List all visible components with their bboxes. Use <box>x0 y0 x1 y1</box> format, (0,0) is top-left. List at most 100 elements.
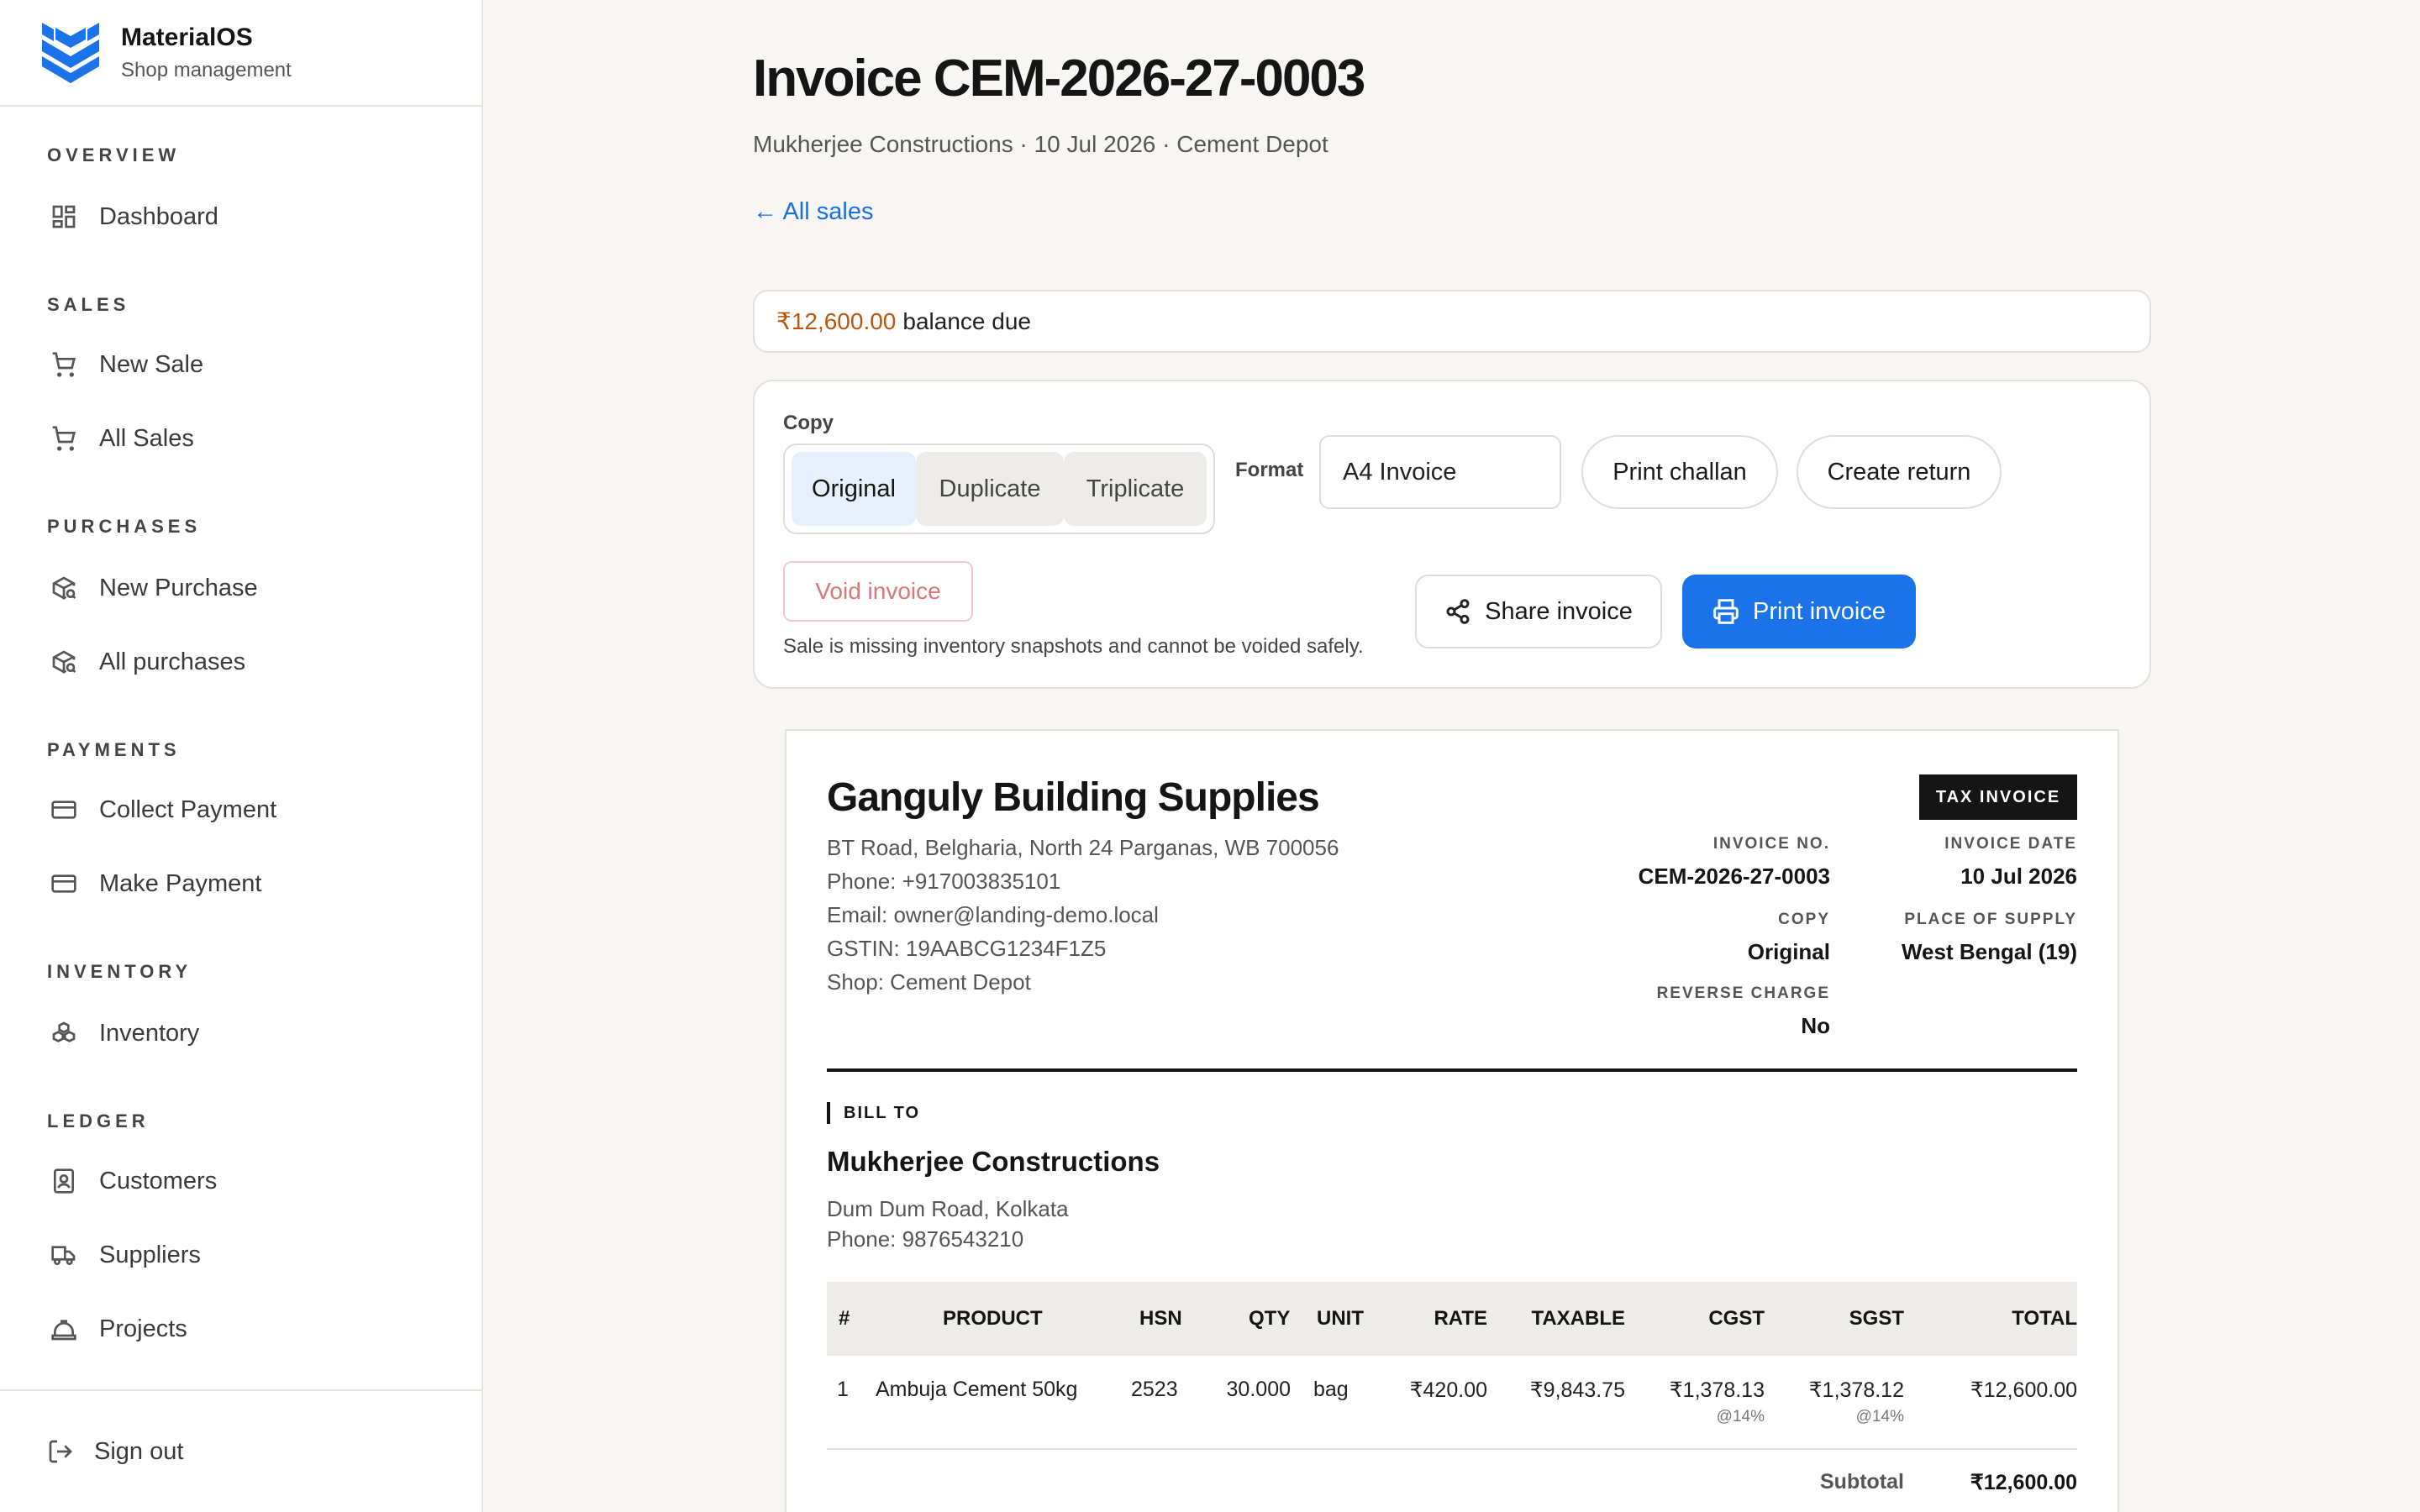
shop-email: Email: owner@landing-demo.local <box>827 902 1159 927</box>
header-divider <box>827 1068 2077 1072</box>
nav-section-purchases: PURCHASES <box>0 516 201 538</box>
shop-gstin: GSTIN: 19AABCG1234F1Z5 <box>827 936 1107 961</box>
sidebar-item-all-purchases[interactable]: All purchases <box>47 625 245 699</box>
share-invoice-button[interactable]: Share invoice <box>1415 575 1662 648</box>
nav-section-overview: OVERVIEW <box>0 144 180 166</box>
sidebar-item-all-sales[interactable]: All Sales <box>47 402 194 475</box>
sign-out-button[interactable]: Sign out <box>0 1389 481 1512</box>
sidebar-item-label: All Sales <box>99 424 194 452</box>
table-header: # PRODUCT HSN QTY UNIT RATE TAXABLE CGST… <box>827 1282 2077 1356</box>
bill-to-label: BILL TO <box>827 1102 920 1124</box>
print-invoice-button[interactable]: Print invoice <box>1682 575 1916 648</box>
sidebar-item-new-purchase[interactable]: New Purchase <box>47 551 258 625</box>
tax-invoice-badge: TAX INVOICE <box>1919 774 2077 820</box>
sidebar-item-label: Make Payment <box>99 869 262 897</box>
nav-heading: SALES <box>47 294 130 315</box>
balance-label: balance due <box>902 307 1031 334</box>
sidebar-item-collect-payment[interactable]: Collect Payment <box>47 773 276 847</box>
column-header: RATE <box>1434 1307 1487 1330</box>
contact-icon <box>54 1168 74 1194</box>
nav-heading: LEDGER <box>47 1110 150 1131</box>
sidebar-item-label: Inventory <box>99 1019 200 1047</box>
sidebar-item-new-sale[interactable]: New Sale <box>47 328 203 402</box>
sidebar-item-projects[interactable]: Projects <box>47 1292 187 1366</box>
row-sgst-rate: @14% <box>1855 1408 1904 1425</box>
copy-option-duplicate[interactable]: Duplicate <box>916 452 1064 526</box>
row-cgst-rate: @14% <box>1716 1408 1765 1425</box>
boxes-icon <box>52 1021 76 1042</box>
row-cgst: ₹1,378.13 <box>1669 1378 1765 1402</box>
row-qty: 30.000 <box>1226 1378 1291 1401</box>
sidebar-item-label: Collect Payment <box>99 795 277 823</box>
copy-meta-value: Original <box>1747 939 1830 964</box>
sidebar-item-label: Projects <box>99 1315 187 1342</box>
brand[interactable]: MaterialOS Shop management <box>0 0 481 107</box>
nav-heading: PURCHASES <box>47 516 202 537</box>
sidebar-item-label: Customers <box>99 1167 218 1194</box>
sidebar-item-label: New Sale <box>99 350 204 378</box>
invoice-actions-panel: Copy Original Duplicate Triplicate Forma… <box>753 380 2151 689</box>
table-row: 1 Ambuja Cement 50kg 2523 30.000 bag ₹42… <box>827 1356 2077 1450</box>
materialos-logo-icon <box>42 22 99 83</box>
sidebar-item-label: All purchases <box>99 648 246 675</box>
reverse-charge-label: REVERSE CHARGE <box>1656 984 1830 1002</box>
sidebar-item-customers[interactable]: Customers <box>47 1144 217 1218</box>
sidebar-item-label: Dashboard <box>99 202 218 230</box>
print-challan-button[interactable]: Print challan <box>1581 435 1778 509</box>
subtotal-value: ₹12,600.00 <box>1970 1471 2077 1494</box>
row-taxable: ₹9,843.75 <box>1529 1378 1625 1402</box>
nav-section-ledger: LEDGER <box>0 1110 150 1132</box>
place-of-supply-label: PLACE OF SUPPLY <box>1904 911 2077 928</box>
nav-heading: OVERVIEW <box>47 144 181 165</box>
print-invoice-label: Print invoice <box>1753 597 1886 625</box>
share-invoice-label: Share invoice <box>1485 597 1633 625</box>
sidebar-item-suppliers[interactable]: Suppliers <box>47 1218 201 1292</box>
column-header: TAXABLE <box>1531 1307 1625 1330</box>
row-sgst: ₹1,378.12 <box>1808 1378 1904 1402</box>
column-header: SGST <box>1849 1307 1904 1330</box>
truck-icon <box>51 1246 76 1265</box>
sidebar-item-make-payment[interactable]: Make Payment <box>47 847 261 921</box>
format-label: Format <box>1235 459 1304 481</box>
copy-label: Copy <box>783 412 834 434</box>
sidebar-item-label: New Purchase <box>99 574 258 601</box>
sidebar-item-dashboard[interactable]: Dashboard <box>47 180 218 254</box>
void-invoice-button[interactable]: Void invoice <box>783 561 973 622</box>
row-number: 1 <box>837 1378 849 1401</box>
sidebar: MaterialOS Shop management OVERVIEW Dash… <box>0 0 483 1512</box>
subtotal-label: Subtotal <box>1820 1470 1904 1494</box>
page-title: Invoice CEM-2026-27-0003 <box>753 50 1365 108</box>
share-icon <box>1446 599 1470 624</box>
row-rate: ₹420.00 <box>1409 1378 1487 1402</box>
customer-address: Dum Dum Road, Kolkata <box>827 1196 1069 1221</box>
back-to-all-sales-link[interactable]: ← All sales <box>753 198 873 226</box>
credit-card-icon <box>51 801 76 819</box>
invoice-no-value: CEM-2026-27-0003 <box>1638 864 1830 889</box>
invoice-no-label: INVOICE NO. <box>1712 835 1830 853</box>
package-search-icon <box>52 650 76 674</box>
credit-card-icon <box>51 874 76 893</box>
cart-icon <box>52 352 76 377</box>
row-total: ₹12,600.00 <box>1970 1378 2077 1402</box>
log-out-icon <box>49 1440 72 1463</box>
line-items-table: # PRODUCT HSN QTY UNIT RATE TAXABLE CGST… <box>827 1282 2077 1450</box>
shop-name: Ganguly Building Supplies <box>827 775 1320 820</box>
balance-amount: ₹12,600.00 <box>776 308 897 334</box>
dashboard-icon <box>52 205 76 228</box>
package-search-icon <box>52 576 76 600</box>
format-select[interactable]: A4 Invoice <box>1319 435 1561 509</box>
invoice-preview: Ganguly Building Supplies BT Road, Belgh… <box>785 729 2119 1512</box>
place-of-supply-value: West Bengal (19) <box>1901 939 2077 964</box>
copy-option-triplicate[interactable]: Triplicate <box>1064 452 1207 526</box>
reverse-charge-value: No <box>1801 1013 1830 1038</box>
sidebar-item-inventory[interactable]: Inventory <box>47 996 199 1070</box>
column-header: QTY <box>1249 1307 1291 1330</box>
row-hsn: 2523 <box>1131 1378 1178 1401</box>
copy-meta-label: COPY <box>1778 911 1830 928</box>
shop-phone: Phone: +917003835101 <box>827 869 1061 894</box>
customer-phone: Phone: 9876543210 <box>827 1226 1024 1252</box>
column-header: HSN <box>1139 1307 1182 1330</box>
column-header: PRODUCT <box>943 1307 1043 1330</box>
copy-option-original[interactable]: Original <box>792 452 916 526</box>
create-return-button[interactable]: Create return <box>1797 435 2002 509</box>
